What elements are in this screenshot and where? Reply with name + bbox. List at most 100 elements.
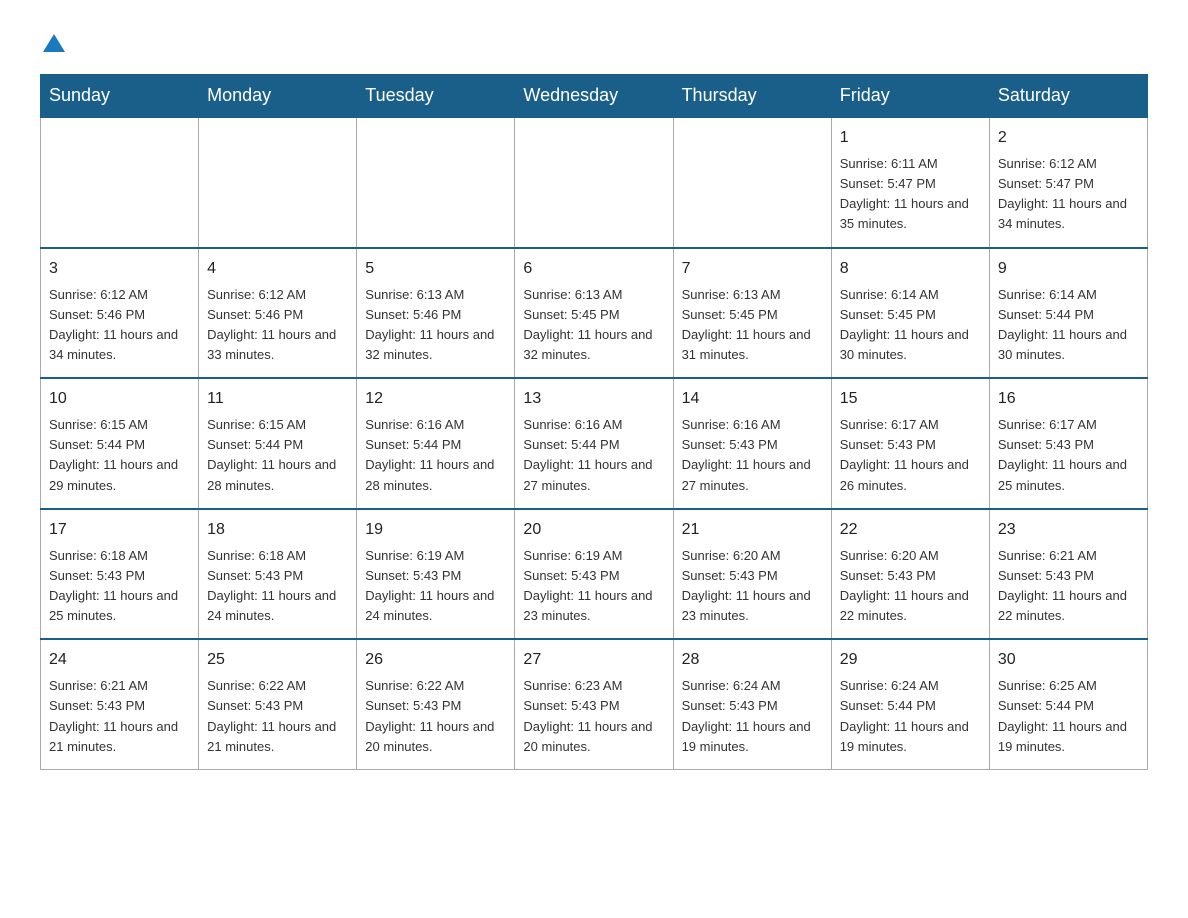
day-number: 7 (682, 257, 823, 281)
weekday-header-wednesday: Wednesday (515, 75, 673, 118)
day-number: 8 (840, 257, 981, 281)
calendar-cell: 10Sunrise: 6:15 AM Sunset: 5:44 PM Dayli… (41, 378, 199, 509)
day-number: 22 (840, 518, 981, 542)
day-number: 21 (682, 518, 823, 542)
day-number: 15 (840, 387, 981, 411)
calendar-cell: 21 Sunrise: 6:20 AM Sunset: 5:43 PM Dayli… (673, 509, 831, 640)
week-row-1: 1Sunrise: 6:11 AM Sunset: 5:47 PM Daylig… (41, 117, 1148, 248)
day-number: 29 (840, 648, 981, 672)
day-info: Sunrise: 6:18 AM Sunset: 5:43 PM Dayligh… (49, 548, 178, 623)
calendar-cell: 23 Sunrise: 6:21 AM Sunset: 5:43 PM Dayli… (989, 509, 1147, 640)
day-number: 25 (207, 648, 348, 672)
calendar-table: SundayMondayTuesdayWednesdayThursdayFrid… (40, 74, 1148, 770)
weekday-header-saturday: Saturday (989, 75, 1147, 118)
calendar-cell: 22 Sunrise: 6:20 AM Sunset: 5:43 PM Dayli… (831, 509, 989, 640)
calendar-cell: 7 Sunrise: 6:13 AM Sunset: 5:45 PM Daylig… (673, 248, 831, 379)
day-info: Sunrise: 6:17 AM Sunset: 5:43 PM Dayligh… (998, 417, 1127, 492)
calendar-cell: 30 Sunrise: 6:25 AM Sunset: 5:44 PM Dayli… (989, 639, 1147, 769)
weekday-header-tuesday: Tuesday (357, 75, 515, 118)
day-number: 28 (682, 648, 823, 672)
day-info: Sunrise: 6:14 AM Sunset: 5:44 PM Dayligh… (998, 287, 1127, 362)
day-number: 2 (998, 126, 1139, 150)
day-info: Sunrise: 6:19 AM Sunset: 5:43 PM Dayligh… (523, 548, 652, 623)
calendar-cell: 13 Sunrise: 6:16 AM Sunset: 5:44 PM Dayli… (515, 378, 673, 509)
weekday-header-thursday: Thursday (673, 75, 831, 118)
calendar-cell: 14 Sunrise: 6:16 AM Sunset: 5:43 PM Dayli… (673, 378, 831, 509)
day-info: Sunrise: 6:12 AM Sunset: 5:46 PM Dayligh… (207, 287, 336, 362)
day-info: Sunrise: 6:16 AM Sunset: 5:44 PM Dayligh… (523, 417, 652, 492)
day-number: 23 (998, 518, 1139, 542)
day-info: Sunrise: 6:15 AM Sunset: 5:44 PM Dayligh… (207, 417, 336, 492)
day-info: Sunrise: 6:13 AM Sunset: 5:46 PM Dayligh… (365, 287, 494, 362)
logo (40, 30, 65, 54)
day-info: Sunrise: 6:25 AM Sunset: 5:44 PM Dayligh… (998, 678, 1127, 753)
day-number: 16 (998, 387, 1139, 411)
day-number: 27 (523, 648, 664, 672)
calendar-cell: 8 Sunrise: 6:14 AM Sunset: 5:45 PM Daylig… (831, 248, 989, 379)
day-number: 20 (523, 518, 664, 542)
week-row-2: 3Sunrise: 6:12 AM Sunset: 5:46 PM Daylig… (41, 248, 1148, 379)
day-info: Sunrise: 6:24 AM Sunset: 5:43 PM Dayligh… (682, 678, 811, 753)
calendar-cell: 24 Sunrise: 6:21 AM Sunset: 5:43 PM Dayli… (41, 639, 199, 769)
week-row-3: 10 Sunrise: 6:15 AM Sunset: 5:44 PM Dayli… (41, 378, 1148, 509)
calendar-cell: 16 Sunrise: 6:17 AM Sunset: 5:43 PM Dayli… (989, 378, 1147, 509)
calendar-cell: 26Sunrise: 6:22 AM Sunset: 5:43 PM Dayli… (357, 639, 515, 769)
calendar-cell: 9 Sunrise: 6:14 AM Sunset: 5:44 PM Daylig… (989, 248, 1147, 379)
day-info: Sunrise: 6:12 AM Sunset: 5:47 PM Dayligh… (998, 156, 1127, 231)
day-info: Sunrise: 6:19 AM Sunset: 5:43 PM Dayligh… (365, 548, 494, 623)
day-number: 17 (49, 518, 190, 542)
day-info: Sunrise: 6:17 AM Sunset: 5:43 PM Dayligh… (840, 417, 969, 492)
calendar-cell: 5 Sunrise: 6:13 AM Sunset: 5:46 PM Daylig… (357, 248, 515, 379)
day-number: 10 (49, 387, 190, 411)
calendar-cell: 27 Sunrise: 6:23 AM Sunset: 5:43 PM Dayli… (515, 639, 673, 769)
day-info: Sunrise: 6:18 AM Sunset: 5:43 PM Dayligh… (207, 548, 336, 623)
day-info: Sunrise: 6:16 AM Sunset: 5:44 PM Dayligh… (365, 417, 494, 492)
day-info: Sunrise: 6:24 AM Sunset: 5:44 PM Dayligh… (840, 678, 969, 753)
calendar-cell: 1Sunrise: 6:11 AM Sunset: 5:47 PM Daylig… (831, 117, 989, 248)
calendar-cell: 20 Sunrise: 6:19 AM Sunset: 5:43 PM Dayli… (515, 509, 673, 640)
day-number: 24 (49, 648, 190, 672)
calendar-cell: 4 Sunrise: 6:12 AM Sunset: 5:46 PM Daylig… (199, 248, 357, 379)
page-header (40, 30, 1148, 54)
weekday-header-friday: Friday (831, 75, 989, 118)
day-info: Sunrise: 6:21 AM Sunset: 5:43 PM Dayligh… (998, 548, 1127, 623)
day-info: Sunrise: 6:12 AM Sunset: 5:46 PM Dayligh… (49, 287, 178, 362)
calendar-cell: 11 Sunrise: 6:15 AM Sunset: 5:44 PM Dayli… (199, 378, 357, 509)
calendar-cell: 19Sunrise: 6:19 AM Sunset: 5:43 PM Dayli… (357, 509, 515, 640)
calendar-cell: 15 Sunrise: 6:17 AM Sunset: 5:43 PM Dayli… (831, 378, 989, 509)
day-number: 6 (523, 257, 664, 281)
day-info: Sunrise: 6:13 AM Sunset: 5:45 PM Dayligh… (523, 287, 652, 362)
day-info: Sunrise: 6:20 AM Sunset: 5:43 PM Dayligh… (682, 548, 811, 623)
day-info: Sunrise: 6:16 AM Sunset: 5:43 PM Dayligh… (682, 417, 811, 492)
week-row-4: 17 Sunrise: 6:18 AM Sunset: 5:43 PM Dayli… (41, 509, 1148, 640)
day-number: 5 (365, 257, 506, 281)
calendar-cell (41, 117, 199, 248)
calendar-cell (357, 117, 515, 248)
day-info: Sunrise: 6:23 AM Sunset: 5:43 PM Dayligh… (523, 678, 652, 753)
day-info: Sunrise: 6:13 AM Sunset: 5:45 PM Dayligh… (682, 287, 811, 362)
week-row-5: 24 Sunrise: 6:21 AM Sunset: 5:43 PM Dayli… (41, 639, 1148, 769)
calendar-cell: 12Sunrise: 6:16 AM Sunset: 5:44 PM Dayli… (357, 378, 515, 509)
day-info: Sunrise: 6:22 AM Sunset: 5:43 PM Dayligh… (365, 678, 494, 753)
day-number: 4 (207, 257, 348, 281)
calendar-cell (199, 117, 357, 248)
weekday-header-sunday: Sunday (41, 75, 199, 118)
weekday-header-row: SundayMondayTuesdayWednesdayThursdayFrid… (41, 75, 1148, 118)
day-number: 11 (207, 387, 348, 411)
day-info: Sunrise: 6:22 AM Sunset: 5:43 PM Dayligh… (207, 678, 336, 753)
day-number: 30 (998, 648, 1139, 672)
calendar-cell: 2 Sunrise: 6:12 AM Sunset: 5:47 PM Daylig… (989, 117, 1147, 248)
logo-triangle-icon (43, 32, 65, 54)
day-info: Sunrise: 6:21 AM Sunset: 5:43 PM Dayligh… (49, 678, 178, 753)
day-number: 18 (207, 518, 348, 542)
day-number: 9 (998, 257, 1139, 281)
day-number: 1 (840, 126, 981, 150)
day-number: 14 (682, 387, 823, 411)
day-info: Sunrise: 6:20 AM Sunset: 5:43 PM Dayligh… (840, 548, 969, 623)
calendar-cell: 18 Sunrise: 6:18 AM Sunset: 5:43 PM Dayli… (199, 509, 357, 640)
calendar-cell (515, 117, 673, 248)
weekday-header-monday: Monday (199, 75, 357, 118)
day-number: 13 (523, 387, 664, 411)
day-info: Sunrise: 6:14 AM Sunset: 5:45 PM Dayligh… (840, 287, 969, 362)
calendar-cell: 6 Sunrise: 6:13 AM Sunset: 5:45 PM Daylig… (515, 248, 673, 379)
